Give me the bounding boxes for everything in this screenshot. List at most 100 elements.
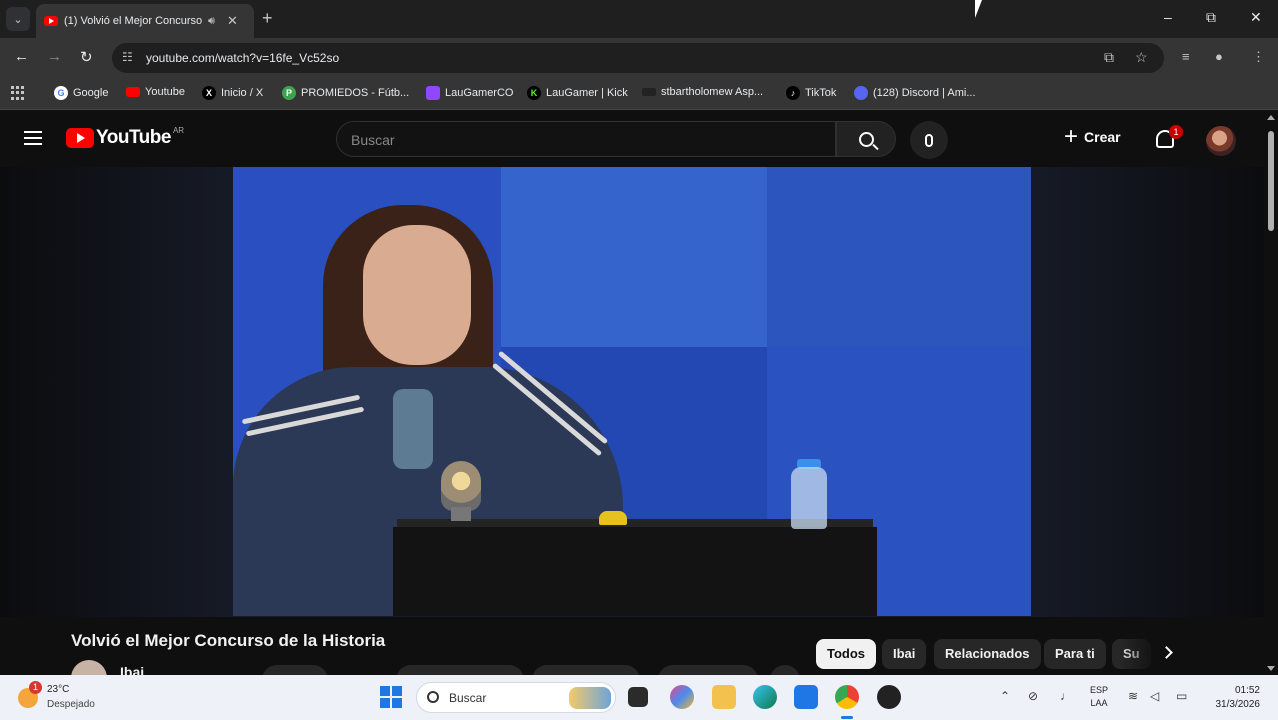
search-icon — [427, 691, 439, 703]
clock-time: 01:52 — [1234, 685, 1260, 696]
browser-tab-active[interactable]: (1) Volvió el Mejor Concurso de la Histo… — [36, 4, 254, 38]
create-label: Crear — [1084, 129, 1121, 145]
bookmark-label: Inicio / X — [221, 87, 264, 99]
search-input[interactable]: Buscar — [336, 121, 836, 157]
youtube-logo[interactable]: YouTube AR — [66, 126, 184, 149]
microsoft-store-icon[interactable] — [794, 685, 818, 709]
browser-menu-icon[interactable]: ⋮ — [1252, 49, 1265, 65]
bookmark-star-icon[interactable]: ☆ — [1135, 49, 1148, 66]
address-bar[interactable]: ☷ youtube.com/watch?v=16fe_Vc52so ⧉ ☆ — [112, 43, 1164, 73]
chip-fade — [1120, 636, 1160, 672]
search-button[interactable] — [836, 121, 896, 157]
battery-icon[interactable]: ▭ — [1176, 689, 1187, 703]
copilot-icon[interactable] — [670, 685, 694, 709]
new-tab-button[interactable]: + — [262, 8, 273, 29]
discord-icon — [854, 86, 868, 100]
bookmark-promiedos[interactable]: P PROMIEDOS - Fútb... — [282, 86, 409, 100]
weather-temperature[interactable]: 23°C — [47, 684, 69, 695]
file-explorer-icon[interactable] — [712, 685, 736, 709]
media-controls-icon[interactable]: ≡ — [1182, 49, 1190, 64]
chip-ibai[interactable]: Ibai — [882, 639, 927, 669]
profile-icon[interactable]: ● — [1215, 49, 1223, 64]
forward-arrow-icon[interactable]: → — [47, 48, 62, 65]
bookmark-label: PROMIEDOS - Fútb... — [301, 87, 410, 99]
scroll-down-icon[interactable] — [1267, 666, 1275, 671]
bookmark-youtube[interactable]: Youtube — [126, 86, 185, 98]
bookmark-kick[interactable]: K LauGamer | Kick — [527, 86, 628, 100]
kick-icon: K — [527, 86, 541, 100]
podium — [393, 527, 877, 616]
microphone-icon — [925, 133, 933, 147]
chip-relacionados[interactable]: Relacionados — [934, 639, 1041, 669]
logo-text: YouTube — [96, 127, 171, 148]
minimize-button[interactable]: – — [1164, 9, 1172, 25]
system-clock[interactable]: 01:52 31/3/2026 — [1206, 684, 1261, 712]
maximize-button[interactable]: ⧉ — [1206, 9, 1216, 26]
window-close-button[interactable]: ✕ — [1250, 9, 1262, 26]
edge-icon[interactable] — [753, 685, 777, 709]
bookmarks-bar: G Google Youtube X Inicio / X P PROMIEDO… — [0, 78, 1278, 110]
wifi-icon[interactable]: ≋ — [1128, 689, 1138, 703]
water-bottle — [791, 467, 827, 529]
tiktok-icon: ♪ — [786, 86, 800, 100]
taskbar-search-label: Buscar — [449, 691, 487, 705]
bookmark-stbartholomew[interactable]: stbartholomew Asp... — [642, 86, 763, 98]
lightbulb-base — [451, 507, 471, 521]
plus-icon: + — [1064, 123, 1079, 150]
menu-icon[interactable] — [24, 131, 42, 145]
volume-icon[interactable]: ◁ — [1150, 689, 1159, 703]
chip-todos[interactable]: Todos — [816, 639, 877, 669]
clock-date: 31/3/2026 — [1215, 699, 1261, 710]
obs-icon[interactable] — [877, 685, 901, 709]
youtube-header: YouTube AR Buscar + Crear 1 — [0, 111, 1264, 167]
bookmark-label: Google — [73, 87, 109, 99]
camera-off-icon[interactable]: ⊘ — [1028, 689, 1038, 703]
bookmark-twitch[interactable]: LauGamerCO — [426, 86, 513, 100]
chevron-right-icon[interactable] — [1160, 646, 1173, 659]
tab-close-icon[interactable]: ✕ — [227, 13, 238, 29]
speaker-icon[interactable]: 🔊︎ — [208, 15, 215, 28]
weather-condition[interactable]: Despejado — [47, 699, 95, 710]
create-button[interactable]: + Crear — [1064, 123, 1121, 150]
scroll-thumb[interactable] — [1268, 131, 1274, 231]
notification-badge: 1 — [1169, 125, 1183, 139]
microphone-tray-icon[interactable]: ♩ — [1060, 689, 1072, 703]
show-hidden-icons-chevron-icon[interactable]: ⌃ — [1000, 689, 1010, 703]
site-info-icon[interactable]: ☷ — [122, 50, 133, 64]
search-highlight-image — [569, 687, 611, 709]
google-icon: G — [54, 86, 68, 100]
chrome-icon[interactable] — [835, 685, 859, 709]
apps-grid-icon[interactable] — [11, 86, 25, 100]
bookmark-discord[interactable]: (128) Discord | Ami... — [854, 86, 976, 100]
install-app-icon[interactable]: ⧉ — [1104, 49, 1114, 66]
bookmark-google[interactable]: G Google — [54, 86, 108, 100]
video-player[interactable] — [233, 167, 1031, 616]
bookmark-tiktok[interactable]: ♪ TikTok — [786, 86, 836, 100]
back-arrow-icon[interactable]: ← — [14, 48, 29, 65]
url-text[interactable]: youtube.com/watch?v=16fe_Vc52so — [146, 51, 339, 65]
youtube-favicon-icon — [44, 16, 58, 26]
browser-tab-bar: ⌄ (1) Volvió el Mejor Concurso de la His… — [0, 0, 1278, 38]
backdrop-panel — [767, 167, 1031, 347]
voice-search-button[interactable] — [910, 121, 948, 159]
input-language[interactable]: ESP LAA — [1090, 684, 1108, 710]
active-app-indicator — [841, 716, 853, 719]
tab-search-button[interactable]: ⌄ — [6, 7, 30, 31]
x-icon: X — [202, 86, 216, 100]
reload-icon[interactable]: ↻ — [80, 48, 93, 66]
windows-start-icon[interactable] — [380, 686, 402, 708]
search-placeholder: Buscar — [351, 132, 395, 148]
bookmark-x[interactable]: X Inicio / X — [202, 86, 263, 100]
scroll-up-icon[interactable] — [1267, 115, 1275, 120]
bookmark-label: LauGamerCO — [445, 87, 514, 99]
asp-icon — [642, 88, 656, 96]
tab-title: (1) Volvió el Mejor Concurso de la Histo… — [64, 15, 202, 27]
account-avatar[interactable] — [1206, 126, 1236, 156]
task-view-icon[interactable] — [628, 687, 648, 707]
taskbar-search[interactable]: Buscar — [416, 682, 616, 713]
contestant-shirt — [393, 389, 433, 469]
backdrop-panel — [501, 167, 767, 347]
chip-para-ti[interactable]: Para ti — [1044, 639, 1106, 669]
page-scrollbar[interactable] — [1264, 111, 1278, 675]
lightbulb-icon — [441, 461, 481, 511]
